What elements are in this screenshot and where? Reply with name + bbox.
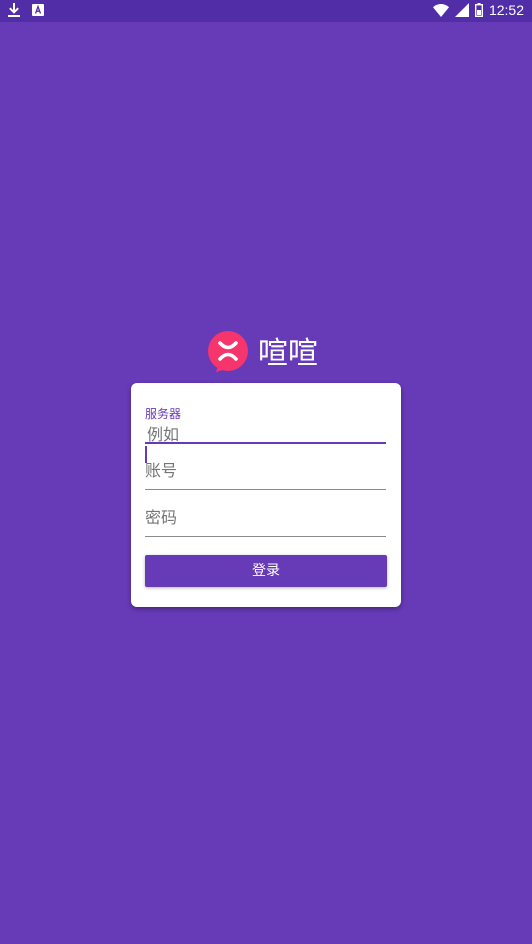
login-card: 服务器 例如 账号 密码 登录 — [131, 383, 401, 607]
clock: 12:52 — [488, 2, 524, 18]
battery-icon — [474, 3, 483, 17]
app-logo-icon — [206, 330, 250, 378]
account-field[interactable]: 账号 — [145, 455, 386, 491]
password-underline — [145, 536, 386, 537]
download-icon — [8, 3, 20, 17]
login-button[interactable]: 登录 — [145, 555, 387, 587]
text-a-icon — [32, 4, 44, 16]
wifi-icon — [432, 3, 449, 17]
status-bar: 12:52 — [0, 0, 532, 22]
password-field[interactable]: 密码 — [145, 502, 386, 538]
signal-icon — [454, 3, 469, 17]
account-input[interactable]: 账号 — [145, 457, 177, 481]
app-name: 喧喧 — [258, 336, 318, 371]
account-underline — [145, 489, 386, 490]
server-label: 服务器 — [145, 407, 182, 421]
password-input[interactable]: 密码 — [145, 504, 177, 528]
server-underline — [145, 442, 386, 444]
server-field[interactable]: 服务器 例如 — [145, 405, 386, 463]
app-brand: 喧喧 — [206, 330, 318, 378]
